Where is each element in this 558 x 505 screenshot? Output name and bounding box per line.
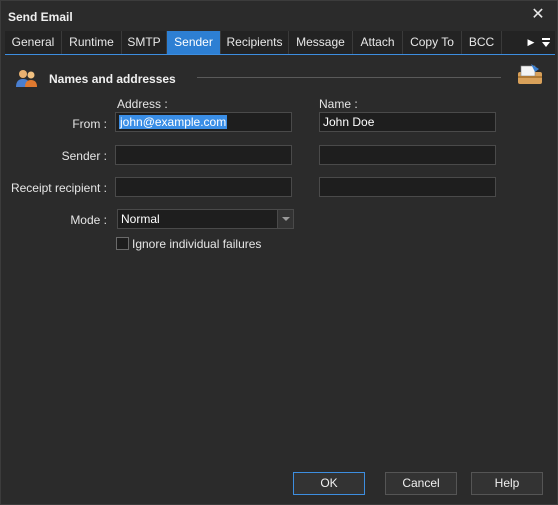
- from-label: From :: [72, 117, 107, 131]
- cancel-button[interactable]: Cancel: [385, 472, 457, 495]
- ignore-failures-checkbox[interactable]: [116, 237, 129, 250]
- tab-sender[interactable]: Sender: [167, 31, 221, 54]
- tab-smtp[interactable]: SMTP: [122, 31, 167, 54]
- tab-copy-to[interactable]: Copy To: [403, 31, 462, 54]
- mode-value: Normal: [121, 212, 160, 226]
- window-title: Send Email: [8, 10, 73, 24]
- receipt-name-field[interactable]: [319, 177, 496, 197]
- tab-general[interactable]: General: [5, 31, 62, 54]
- tab-bcc[interactable]: BCC: [462, 31, 502, 54]
- tab-recipients[interactable]: Recipients: [221, 31, 289, 54]
- scroll-right-icon[interactable]: ▶: [525, 31, 537, 54]
- close-icon[interactable]: ✕: [529, 6, 547, 24]
- tab-attach[interactable]: Attach: [353, 31, 403, 54]
- ignore-failures-label[interactable]: Ignore individual failures: [132, 237, 261, 251]
- address-column-label: Address :: [117, 97, 168, 111]
- receipt-recipient-label: Receipt recipient :: [10, 181, 107, 195]
- chevron-down-icon[interactable]: [277, 210, 293, 228]
- title-bar: Send Email ✕: [1, 1, 557, 31]
- from-address-field[interactable]: john@example.com: [115, 112, 292, 132]
- tab-runtime[interactable]: Runtime: [62, 31, 122, 54]
- tab-scroll-controls: ▶: [521, 31, 555, 54]
- send-email-dialog: Send Email ✕ General Runtime SMTP Sender…: [0, 0, 558, 505]
- mail-tray-icon: [518, 64, 542, 84]
- tab-bar: General Runtime SMTP Sender Recipients M…: [5, 31, 555, 55]
- mode-label: Mode :: [70, 213, 107, 227]
- receipt-address-field[interactable]: [115, 177, 292, 197]
- section-divider: [197, 77, 501, 78]
- sender-name-field[interactable]: [319, 145, 496, 165]
- tab-message[interactable]: Message: [289, 31, 353, 54]
- help-button[interactable]: Help: [471, 472, 543, 495]
- mode-select[interactable]: Normal: [117, 209, 294, 229]
- ok-button[interactable]: OK: [293, 472, 365, 495]
- from-address-value: john@example.com: [119, 115, 228, 129]
- tab-list-dropdown-icon[interactable]: [539, 31, 553, 54]
- from-name-field[interactable]: John Doe: [319, 112, 496, 132]
- users-icon: [16, 70, 37, 87]
- sender-label: Sender :: [61, 149, 107, 163]
- section-title: Names and addresses: [49, 72, 176, 86]
- name-column-label: Name :: [319, 97, 358, 111]
- sender-address-field[interactable]: [115, 145, 292, 165]
